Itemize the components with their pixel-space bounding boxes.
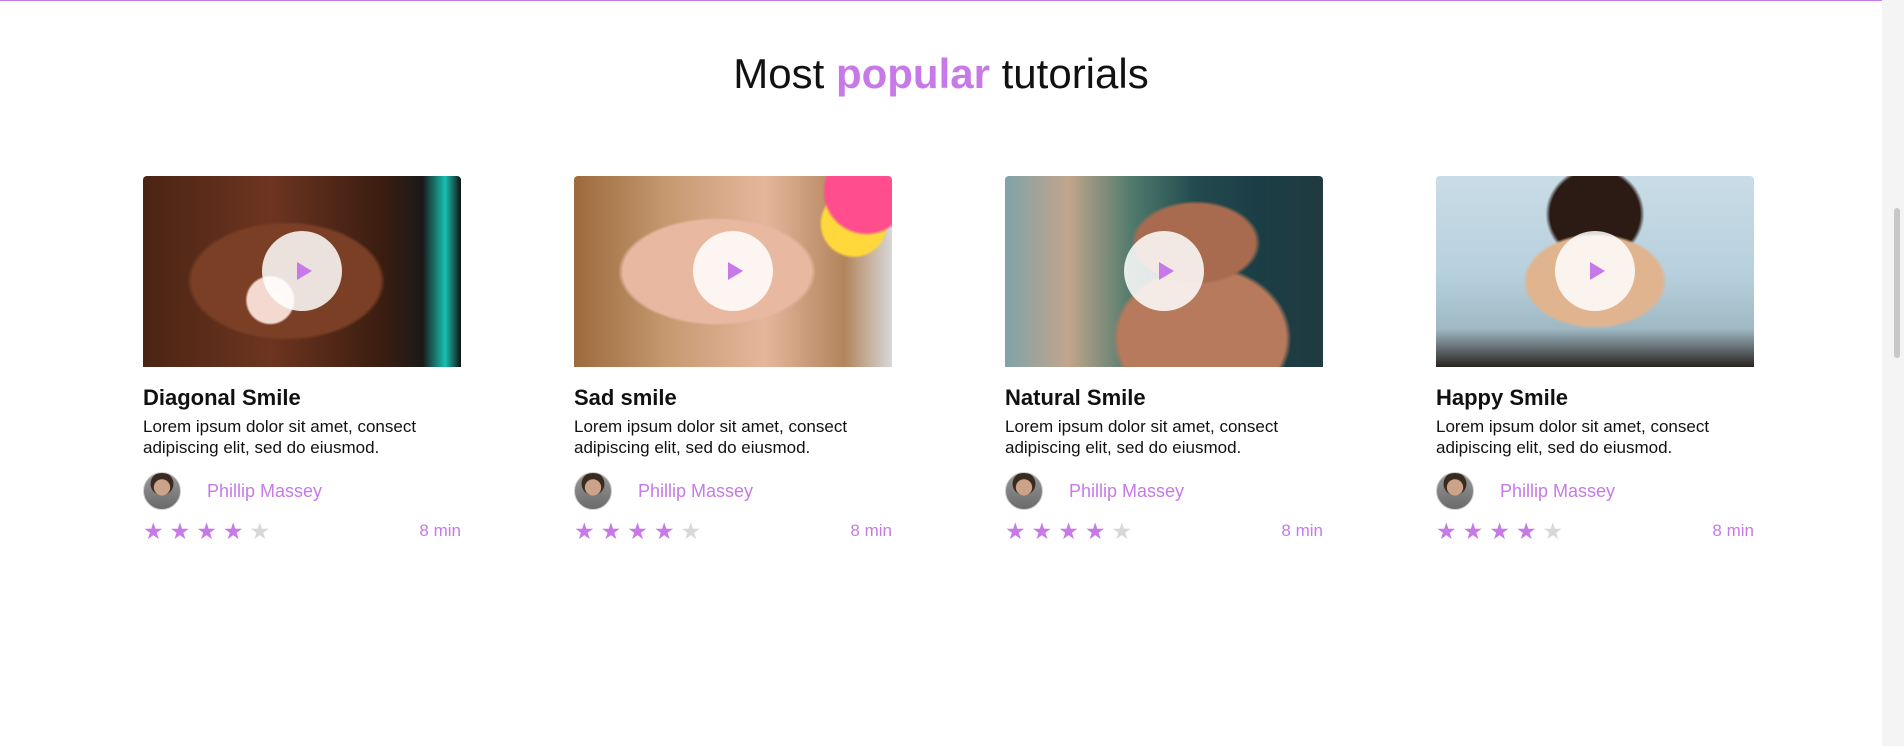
card-description: Lorem ipsum dolor sit amet, consect adip… [1005, 417, 1279, 457]
author-row: Phillip Massey [574, 472, 892, 510]
scrollbar-track[interactable] [1882, 0, 1904, 746]
duration-label: 8 min [1281, 521, 1323, 540]
title-suffix: tutorials [1001, 50, 1149, 97]
star-icon: ★ [1031, 517, 1053, 544]
star-icon: ★ [1489, 517, 1510, 544]
meta-row: ★ ★ ★ ★ ★ 8 min [1436, 518, 1754, 544]
play-icon [727, 262, 743, 280]
play-button[interactable] [262, 231, 342, 311]
card-title[interactable]: Diagonal Smile [143, 384, 461, 412]
scrollbar-thumb[interactable] [1894, 208, 1900, 358]
avatar [574, 472, 612, 510]
top-divider [0, 0, 1882, 1]
meta-row: ★ ★ ★ ★ ★ 8 min [574, 518, 892, 544]
tutorial-card[interactable]: Diagonal Smile Lorem ipsum dolor sit ame… [143, 176, 461, 544]
star-icon: ★ [1436, 517, 1457, 544]
card-title[interactable]: Sad smile [574, 384, 892, 412]
card-title[interactable]: Happy Smile [1436, 384, 1754, 412]
video-thumbnail[interactable] [143, 176, 461, 367]
star-icon: ★ [196, 517, 217, 544]
video-thumbnail[interactable] [1436, 176, 1754, 367]
star-icon: ★ [1058, 517, 1079, 544]
play-icon [296, 262, 312, 280]
star-icon: ★ [627, 517, 648, 544]
star-icon: ★ [1005, 517, 1026, 544]
star-icon: ★ [1462, 517, 1484, 544]
tutorial-cards: Diagonal Smile Lorem ipsum dolor sit ame… [143, 176, 1754, 544]
star-icon: ★ [653, 517, 675, 544]
star-empty-icon: ★ [1111, 517, 1133, 544]
star-icon: ★ [574, 517, 595, 544]
meta-row: ★ ★ ★ ★ ★ 8 min [1005, 518, 1323, 544]
author-name-link[interactable]: Phillip Massey [207, 481, 322, 502]
play-icon [1158, 262, 1174, 280]
rating-stars: ★ ★ ★ ★ ★ [1005, 517, 1133, 544]
star-icon: ★ [1515, 517, 1537, 544]
author-row: Phillip Massey [143, 472, 461, 510]
author-name-link[interactable]: Phillip Massey [638, 481, 753, 502]
avatar [143, 472, 181, 510]
video-thumbnail[interactable] [1005, 176, 1323, 367]
section-title: Most popular tutorials [0, 48, 1882, 100]
title-accent: popular [835, 50, 990, 97]
star-empty-icon: ★ [680, 517, 702, 544]
card-description: Lorem ipsum dolor sit amet, consect adip… [1436, 417, 1710, 457]
star-empty-icon: ★ [249, 517, 271, 544]
tutorial-card[interactable]: Happy Smile Lorem ipsum dolor sit amet, … [1436, 176, 1754, 544]
author-name-link[interactable]: Phillip Massey [1500, 481, 1615, 502]
card-description: Lorem ipsum dolor sit amet, consect adip… [574, 417, 848, 457]
rating-stars: ★ ★ ★ ★ ★ [574, 517, 702, 544]
card-title[interactable]: Natural Smile [1005, 384, 1323, 412]
author-row: Phillip Massey [1005, 472, 1323, 510]
author-row: Phillip Massey [1436, 472, 1754, 510]
video-thumbnail[interactable] [574, 176, 892, 367]
star-icon: ★ [143, 517, 164, 544]
play-button[interactable] [693, 231, 773, 311]
meta-row: ★ ★ ★ ★ ★ 8 min [143, 518, 461, 544]
rating-stars: ★ ★ ★ ★ ★ [1436, 517, 1564, 544]
star-icon: ★ [169, 517, 191, 544]
tutorial-card[interactable]: Sad smile Lorem ipsum dolor sit amet, co… [574, 176, 892, 544]
rating-stars: ★ ★ ★ ★ ★ [143, 517, 271, 544]
star-empty-icon: ★ [1542, 517, 1564, 544]
play-button[interactable] [1555, 231, 1635, 311]
tutorial-card[interactable]: Natural Smile Lorem ipsum dolor sit amet… [1005, 176, 1323, 544]
play-button[interactable] [1124, 231, 1204, 311]
card-description: Lorem ipsum dolor sit amet, consect adip… [143, 417, 417, 457]
duration-label: 8 min [419, 521, 461, 540]
star-icon: ★ [600, 517, 622, 544]
play-icon [1589, 262, 1605, 280]
duration-label: 8 min [1712, 521, 1754, 540]
duration-label: 8 min [850, 521, 892, 540]
avatar [1005, 472, 1043, 510]
author-name-link[interactable]: Phillip Massey [1069, 481, 1184, 502]
title-prefix: Most [733, 50, 825, 97]
avatar [1436, 472, 1474, 510]
star-icon: ★ [1084, 517, 1106, 544]
star-icon: ★ [222, 517, 244, 544]
